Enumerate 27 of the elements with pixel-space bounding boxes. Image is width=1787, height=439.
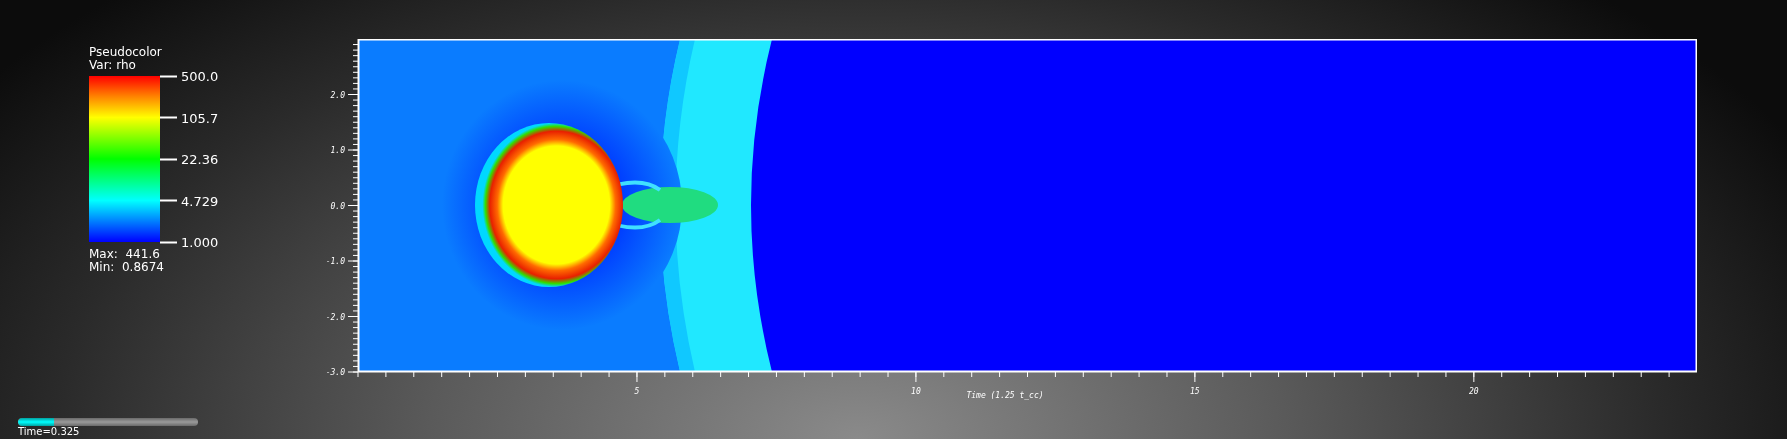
x-tick-label: 15 <box>1190 387 1200 396</box>
tick-mark <box>160 199 177 202</box>
legend-tick-label: 1.000 <box>181 234 219 250</box>
legend-title: Pseudocolor <box>89 46 163 59</box>
x-tick-label: 5 <box>634 387 640 396</box>
y-tick-label: 0.0 <box>330 201 345 211</box>
tick-mark <box>160 75 177 77</box>
y-tick-label: -3.0 <box>325 368 345 377</box>
legend-tick-label: 500.0 <box>181 68 219 84</box>
legend-variable: Var: rho <box>89 59 137 72</box>
tick-mark <box>160 158 177 160</box>
x-axis-title: Time (1.25 t_cc) <box>966 391 1044 400</box>
tick-mark <box>160 116 177 119</box>
legend-max: Max: 441.6 <box>89 248 161 261</box>
legend-tick-label: 22.36 <box>181 151 219 167</box>
y-tick-label: -1.0 <box>325 257 345 266</box>
legend-tick-label: 105.7 <box>181 110 219 125</box>
tick-mark <box>160 241 177 243</box>
time-slider[interactable] <box>18 418 198 426</box>
legend-min: Min: 0.8674 <box>89 261 165 274</box>
x-tick-label: 10 <box>911 387 921 396</box>
legend-tick-label: 4.729 <box>181 193 219 208</box>
x-tick-label: 20 <box>1469 387 1479 396</box>
y-tick-label: 1.0 <box>330 146 345 155</box>
time-label: Time=0.325 <box>18 426 81 437</box>
y-tick-label: 2.0 <box>330 90 345 100</box>
y-tick-label: -2.0 <box>325 312 345 322</box>
